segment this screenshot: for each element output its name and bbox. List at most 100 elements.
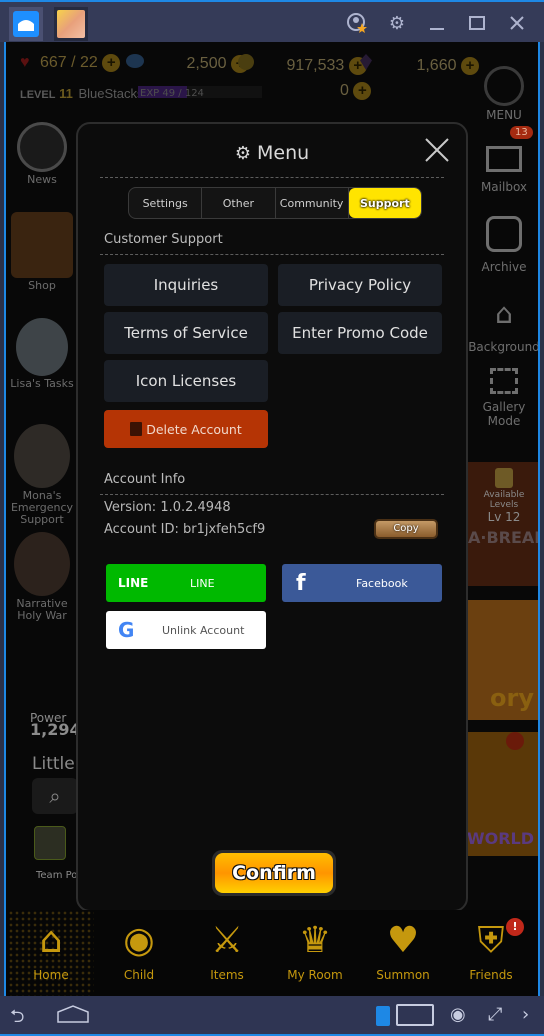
modal-title: ⚙ Menu: [234, 142, 310, 164]
level-display: LEVEL 11 BlueStacks: [20, 86, 144, 101]
power-value: 1,294: [30, 720, 81, 739]
mona-avatar-icon: [14, 424, 70, 488]
keyboard-icon[interactable]: [396, 1004, 434, 1026]
divider: [100, 494, 444, 495]
tickets-value: 0: [340, 82, 349, 99]
world-banner[interactable]: WORLD: [467, 732, 538, 856]
game-app-tab[interactable]: [54, 7, 88, 41]
nav-items[interactable]: ⚔ Items: [184, 910, 270, 996]
android-nav-bar: ⮌ ◉ ⤢ ›: [0, 996, 544, 1036]
account-star-icon[interactable]: [344, 10, 370, 36]
home-tab[interactable]: [9, 7, 43, 41]
nav-home[interactable]: ⌂ Home: [8, 910, 94, 996]
treasure-chest-icon: [11, 212, 73, 278]
crystals-display: 1,660 +: [360, 54, 479, 75]
arch-gear-icon: ⌂: [495, 297, 513, 330]
nav-my-room[interactable]: ♛ My Room: [272, 910, 358, 996]
sidebar-item-lisas-tasks[interactable]: Lisa's Tasks: [6, 318, 78, 390]
team-power-label: Team Po: [36, 870, 78, 881]
tab-settings[interactable]: Settings: [129, 188, 203, 218]
divider: [100, 254, 444, 255]
bottom-nav: ⌂ Home ◉ Child ⚔ Items ♛ My Room ♥ Summo…: [6, 910, 538, 996]
close-button[interactable]: [424, 136, 450, 168]
sidebar-item-menu[interactable]: MENU: [468, 66, 538, 122]
sidebar-item-background[interactable]: ⌂ Background: [468, 296, 538, 354]
tickets-display: 0 +: [340, 82, 372, 100]
inquiries-button[interactable]: Inquiries: [104, 264, 268, 306]
version-text: Version: 1.0.2.4948: [104, 500, 231, 515]
maximize-icon[interactable]: [464, 10, 490, 36]
line-logo-icon: LINE: [118, 576, 149, 590]
back-icon[interactable]: ⮌: [10, 1004, 24, 1034]
search-button[interactable]: ⌕: [32, 778, 78, 814]
story-banner[interactable]: ory: [468, 600, 538, 720]
line-login-button[interactable]: LINE LINE: [106, 564, 266, 602]
wrench-gear-icon: [484, 66, 524, 106]
close-icon[interactable]: [504, 10, 530, 36]
home-arch-icon: ⌂: [39, 920, 63, 961]
sidebar-item-narrative-holy-war[interactable]: Narrative Holy War: [6, 532, 78, 622]
level-value: 11: [59, 86, 73, 101]
delete-account-button[interactable]: Delete Account: [104, 410, 268, 448]
facebook-login-button[interactable]: f Facebook: [282, 564, 442, 602]
add-stamina-button[interactable]: +: [102, 54, 121, 72]
gems-value: 2,500: [186, 55, 227, 72]
nav-child[interactable]: ◉ Child: [96, 910, 182, 996]
stamina-value: 667 / 22: [39, 54, 98, 71]
party-name-label: Little: [32, 754, 75, 774]
app-avatar-icon: [57, 10, 85, 38]
confirm-button[interactable]: Confirm: [212, 850, 336, 896]
eye-icon[interactable]: ◉: [450, 1004, 466, 1025]
sidebar-item-mailbox[interactable]: Mailbox: [468, 146, 538, 194]
stamina-display: ♥ 667 / 22 +: [20, 54, 121, 72]
gold-display: 917,533 +: [238, 54, 367, 75]
event-laurel-icon: [17, 122, 67, 172]
divider: [100, 177, 444, 178]
alert-badge: !: [506, 918, 524, 936]
chevron-right-icon[interactable]: ›: [522, 1004, 529, 1025]
phone-mode-icon[interactable]: [376, 1006, 390, 1026]
search-icon: ⌕: [49, 784, 61, 808]
minimize-icon[interactable]: [424, 10, 450, 36]
lisa-avatar-icon: [16, 318, 68, 376]
home-outline-icon[interactable]: [56, 1004, 90, 1029]
nav-friends[interactable]: ⛨ Friends !: [448, 910, 534, 996]
gear-icon[interactable]: ⚙: [384, 10, 410, 36]
fullscreen-icon: [490, 368, 518, 394]
gems-display: 2,500 +: [126, 54, 249, 73]
mailbox-badge: 13: [510, 126, 533, 139]
sidebar-item-monas-support[interactable]: Mona's Emergency Support: [6, 424, 78, 526]
enter-promo-code-button[interactable]: Enter Promo Code: [278, 312, 442, 354]
tab-community[interactable]: Community: [276, 188, 349, 218]
exp-bar: EXP 49 / 124: [138, 86, 262, 99]
customer-support-heading: Customer Support: [104, 232, 223, 247]
sidebar-item-archive[interactable]: Archive: [468, 216, 538, 274]
sword-shield-icon: ⚔: [210, 920, 244, 961]
tab-other[interactable]: Other: [202, 188, 276, 218]
privacy-policy-button[interactable]: Privacy Policy: [278, 264, 442, 306]
nav-summon[interactable]: ♥ Summon: [360, 910, 446, 996]
crystal-icon: [360, 54, 372, 70]
copy-button[interactable]: Copy: [374, 519, 438, 539]
tab-support[interactable]: Support: [348, 188, 421, 218]
heart-icon: ♥: [20, 54, 30, 71]
mail-icon: [486, 146, 522, 172]
google-unlink-button[interactable]: G Unlink Account: [106, 611, 266, 649]
sidebar-item-gallery-mode[interactable]: Gallery Mode: [468, 368, 538, 428]
team-member-card[interactable]: [34, 826, 66, 860]
sidebar-item-shop[interactable]: Shop: [6, 212, 78, 292]
icon-licenses-button[interactable]: Icon Licenses: [104, 360, 268, 402]
gem-icon: [126, 54, 144, 68]
power-display: Power 1,294: [30, 711, 81, 739]
add-tickets-button[interactable]: +: [353, 82, 372, 100]
menu-tabs: Settings Other Community Support: [128, 187, 422, 219]
fullscreen-toggle-icon[interactable]: ⤢: [488, 1004, 502, 1025]
terms-of-service-button[interactable]: Terms of Service: [104, 312, 268, 354]
locked-banner[interactable]: Available Levels Lv 12 A·BREAK: [468, 462, 538, 586]
gold-value: 917,533: [286, 57, 345, 74]
exp-text: EXP 49 / 124: [140, 88, 204, 99]
close-icon: [425, 138, 449, 162]
account-id-text: Account ID: br1jxfeh5cf9: [104, 522, 266, 537]
google-logo-icon: G: [118, 618, 135, 642]
sidebar-item-news[interactable]: News: [6, 122, 78, 186]
